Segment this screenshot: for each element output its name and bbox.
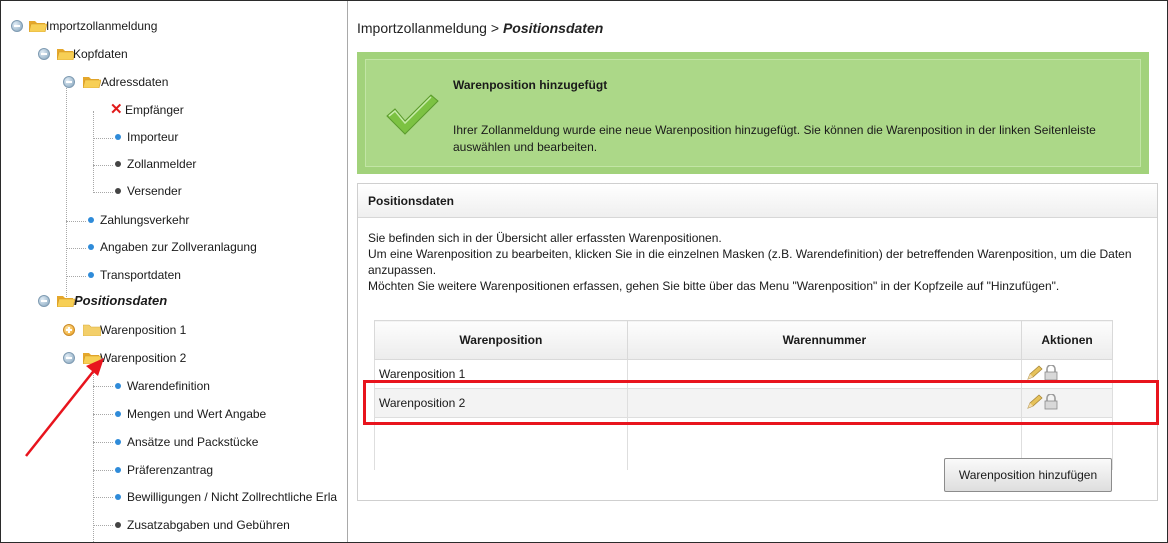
breadcrumb-current: Positionsdaten (502, 20, 604, 36)
main-content: Importzollanmeldung > Positionsdaten War… (348, 1, 1167, 542)
bullet-icon (115, 439, 121, 445)
bullet-icon (115, 467, 121, 473)
tree-line (93, 470, 113, 471)
bullet-icon (115, 383, 121, 389)
tree-line (93, 442, 113, 443)
panel-description: Sie befinden sich in der Übersicht aller… (368, 230, 1153, 294)
positionsdaten-panel: Positionsdaten Sie befinden sich in der … (357, 183, 1158, 501)
column-header-aktionen: Aktionen (1021, 320, 1113, 360)
breadcrumb-parent: Importzollanmeldung (357, 20, 487, 36)
folder-open-icon (83, 77, 101, 88)
add-warenposition-button[interactable]: Warenposition hinzufügen (944, 458, 1112, 492)
checkmark-icon (386, 94, 439, 135)
error-x-icon: ✕ (110, 101, 123, 118)
toggle-minus-icon[interactable] (63, 76, 75, 88)
tree-label: Importzollanmeldung (46, 19, 158, 33)
description-line: Sie befinden sich in der Übersicht aller… (368, 231, 722, 245)
bullet-icon (115, 522, 121, 528)
toggle-minus-icon[interactable] (38, 48, 50, 60)
tree-label: Versender (127, 184, 182, 198)
bullet-icon (88, 244, 94, 250)
column-header-warenposition[interactable]: Warenposition (374, 320, 628, 360)
tree-line (93, 165, 113, 166)
folder-open-icon (57, 296, 75, 307)
tree-label: Importeur (127, 130, 179, 144)
toggle-plus-icon[interactable] (63, 324, 75, 336)
tree-line (93, 497, 113, 498)
tree-line (66, 276, 86, 277)
breadcrumb: Importzollanmeldung > Positionsdaten (357, 20, 603, 36)
toggle-minus-icon[interactable] (38, 295, 50, 307)
empty-cell (374, 417, 628, 470)
tree-line (93, 138, 113, 139)
tree-line (93, 192, 113, 193)
bullet-icon (115, 494, 121, 500)
success-message: Warenposition hinzugefügt Ihrer Zollanme… (357, 52, 1149, 174)
breadcrumb-separator: > (486, 20, 503, 36)
bullet-icon (88, 217, 94, 223)
bullet-icon (115, 188, 121, 194)
tree-label: Zahlungsverkehr (100, 213, 190, 227)
tree-line (93, 386, 113, 387)
lock-icon[interactable] (1044, 363, 1058, 381)
folder-open-icon (83, 353, 101, 364)
tree-line (93, 111, 94, 191)
tree-label: Angaben zur Zollveranlagung (100, 240, 257, 254)
tree-line (66, 248, 86, 249)
folder-icon (83, 324, 101, 336)
tree-line (93, 525, 113, 526)
description-line: Möchten Sie weitere Warenpositionen erfa… (368, 279, 1060, 293)
table-header-row: Warenposition Warennummer Aktionen (374, 320, 1113, 360)
tree-line (93, 414, 113, 415)
toggle-minus-icon[interactable] (11, 20, 23, 32)
success-title: Warenposition hinzugefügt (453, 78, 608, 92)
bullet-icon (88, 272, 94, 278)
sidebar-tree: Importzollanmeldung Kopfdaten Adressdate… (1, 1, 348, 542)
tree-label: Präferenzantrag (127, 463, 214, 477)
tree-label: Kopfdaten (73, 47, 128, 61)
bullet-icon (115, 411, 121, 417)
highlight-box-annotation (363, 380, 1159, 425)
bullet-icon (115, 161, 121, 167)
tree-line (66, 221, 86, 222)
tree-line (93, 361, 94, 542)
edit-pencil-icon[interactable] (1026, 364, 1044, 381)
folder-open-icon (29, 21, 47, 32)
panel-title: Positionsdaten (368, 194, 455, 208)
tree-label: Zusatzabgaben und Gebühren (127, 518, 290, 532)
tree-label: Transportdaten (100, 268, 181, 282)
tree-label: Warenposition 2 (100, 351, 187, 365)
tree-label: Ansätze und Packstücke (127, 435, 259, 449)
bullet-icon (115, 134, 121, 140)
success-text: Ihrer Zollanmeldung wurde eine neue Ware… (453, 123, 1096, 154)
tree-label: Positionsdaten (74, 293, 168, 308)
tree-label: Warenposition 1 (100, 323, 187, 337)
tree-line (66, 85, 67, 299)
tree-label: Warendefinition (127, 379, 210, 393)
tree-label: Bewilligungen / Nicht Zollrechtliche Erl… (127, 490, 338, 504)
panel-header: Positionsdaten (358, 184, 1157, 218)
toggle-minus-icon[interactable] (63, 352, 75, 364)
description-line: Um eine Warenposition zu bearbeiten, kli… (368, 247, 1132, 277)
column-header-warennummer[interactable]: Warennummer (626, 320, 1023, 360)
tree-label: Zollanmelder (127, 157, 197, 171)
tree-label: Empfänger (125, 103, 184, 117)
tree-label: Mengen und Wert Angabe (127, 407, 267, 421)
tree-label: Adressdaten (101, 75, 169, 89)
